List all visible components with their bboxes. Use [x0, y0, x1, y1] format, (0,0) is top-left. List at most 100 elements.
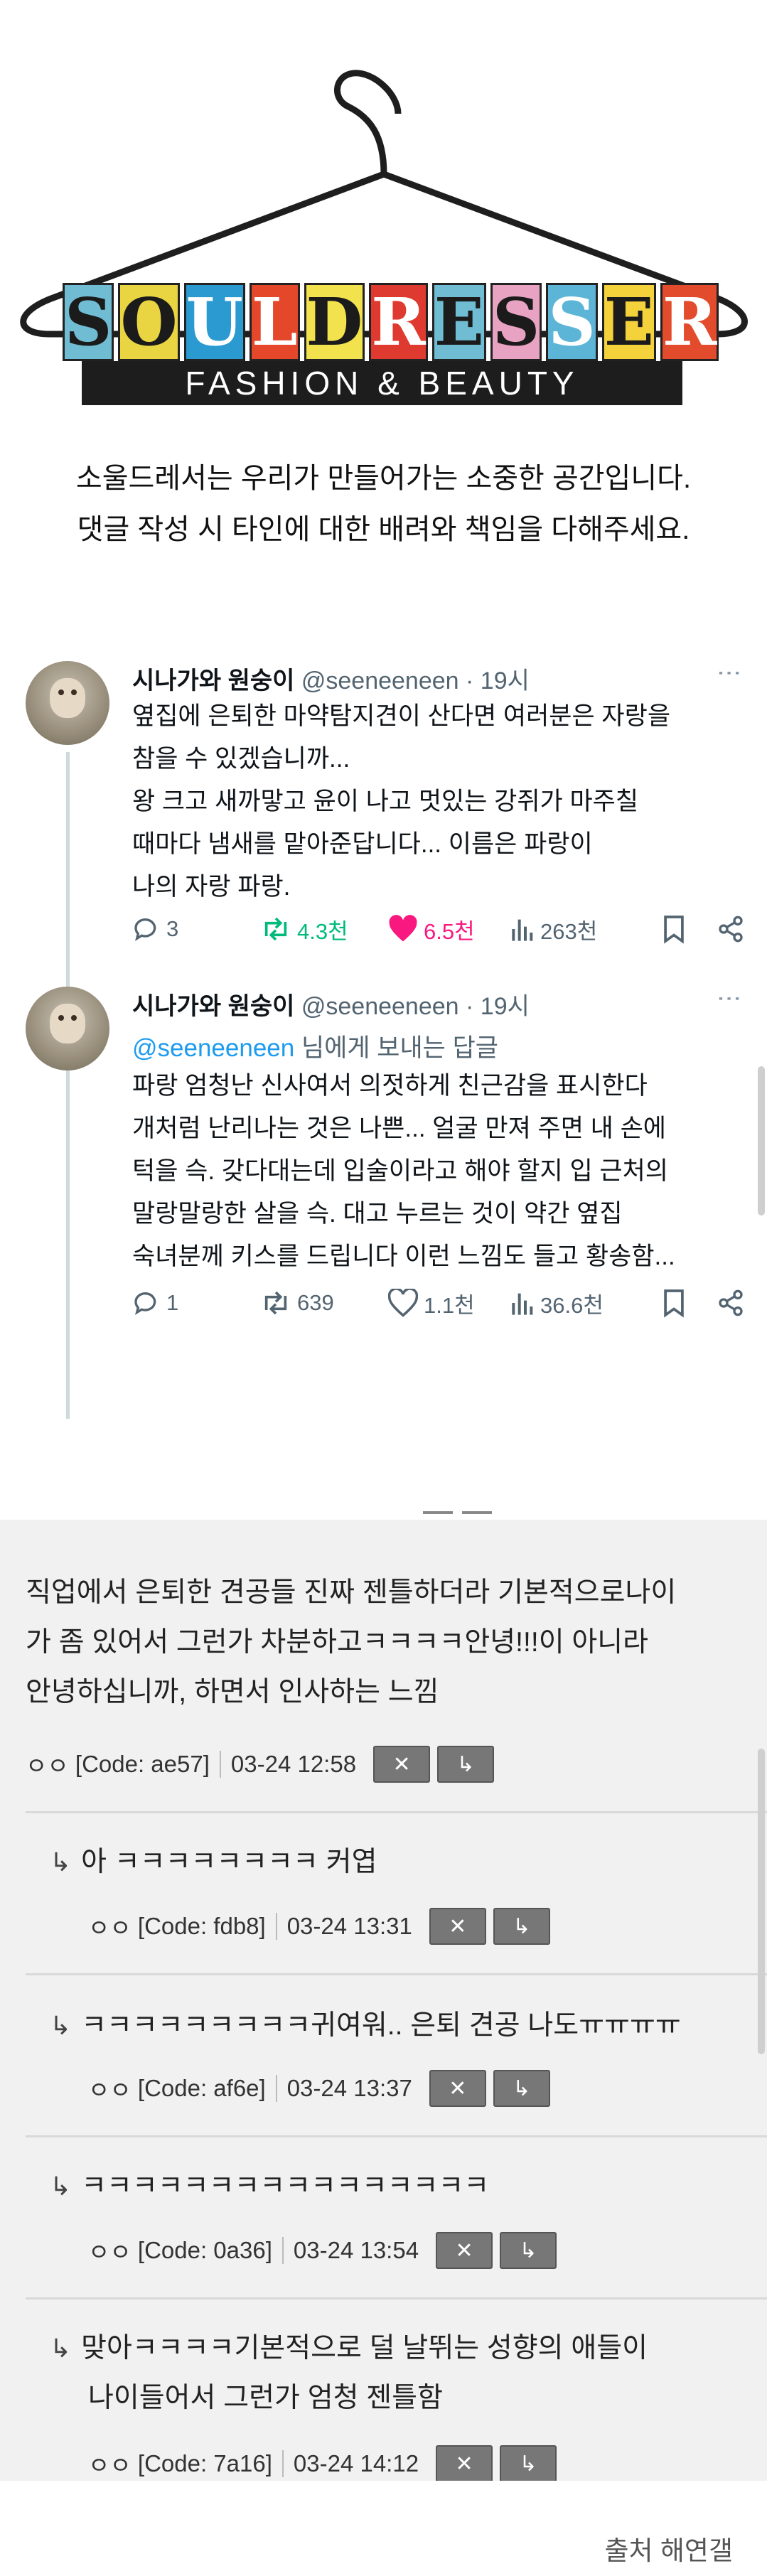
heart-icon	[389, 915, 417, 942]
delete-button[interactable]: ✕	[436, 2232, 493, 2269]
share-button[interactable]	[717, 1285, 745, 1321]
delete-button[interactable]: ✕	[373, 1746, 431, 1783]
scrollbar[interactable]	[758, 1749, 765, 2054]
comment-code: [Code: fdb8]	[137, 1913, 266, 1939]
comment-divider	[26, 2135, 767, 2137]
logo-letter: S	[546, 283, 598, 361]
tweet-actions: 3 4.3천 6.5천 263천	[132, 911, 744, 947]
comment-line: 직업에서 은퇴한 견공들 진짜 젠틀하더라 기본적으로나이	[26, 1577, 677, 1608]
reply-comment-button[interactable]: ↳	[493, 1908, 550, 1945]
comment-author: ㅇㅇ	[26, 1753, 69, 1779]
tweet-line: 개처럼 난리나는 것은 나쁜... 얼굴 만져 주면 내 손에	[132, 1115, 666, 1142]
delete-button[interactable]: ✕	[429, 1908, 486, 1945]
reply-text: 맞아ㅋㅋㅋㅋ기본적으로 덜 날뛰는 성향의 애들이	[81, 2333, 648, 2363]
tweet-author-name[interactable]: 시나가와 원숭이	[132, 993, 294, 1020]
reply-mention-link[interactable]: @seeneeneen	[132, 1034, 294, 1062]
reply-comment-button[interactable]: ↳	[437, 1746, 495, 1783]
comment-date: 03-24 12:58	[230, 1751, 357, 1777]
retweet-button[interactable]: 4.3천	[260, 911, 348, 947]
reply-arrow-icon: ↳	[50, 2172, 72, 2201]
bookmark-button[interactable]	[662, 911, 686, 947]
reply-arrow-icon: ↳	[50, 1847, 72, 1877]
reply-icon	[134, 918, 156, 941]
tweet-time[interactable]: · 19시	[466, 667, 530, 694]
tweet-1: 시나가와 원숭이 @seeneeneen · 19시 ⋮ 옆집에 은퇴한 마약탐…	[26, 661, 744, 1164]
notice-line-2: 댓글 작성 시 타인에 대한 배려와 책임을 다해주세요.	[77, 514, 690, 545]
comment-code: [Code: 0a36]	[137, 2237, 272, 2263]
views-button[interactable]: 263천	[509, 911, 597, 947]
reply-comment-button[interactable]: ↳	[500, 2445, 557, 2482]
tweet-2: 시나가와 원숭이 @seeneeneen · 19시 ⋮ @seeneeneen…	[26, 987, 745, 1419]
like-count: 6.5천	[424, 918, 475, 944]
more-options-icon[interactable]: ⋮	[715, 987, 744, 1009]
comment-divider	[26, 1811, 767, 1813]
divider-mark	[462, 1511, 492, 1514]
tweet-line: 파랑 엄청난 신사여서 의젓하게 친근감을 표시한다	[132, 1072, 648, 1100]
comment-divider	[26, 2297, 767, 2299]
reply-comment: ↳ ㅋㅋㅋㅋㅋㅋㅋㅋㅋ귀여워.. 은퇴 견공 나도ㅠㅠㅠㅠ	[50, 2003, 681, 2043]
tweet-line: 옆집에 은퇴한 마약탐지견이 산다면 여러분은 자랑을	[132, 702, 671, 730]
retweet-count: 639	[297, 1290, 334, 1315]
like-button[interactable]: 6.5천	[388, 911, 475, 947]
comment-date: 03-24 13:31	[286, 1913, 412, 1939]
reply-text: ㅋㅋㅋㅋㅋㅋㅋㅋㅋㅋㅋㅋㅋㅋㅋㅋ	[81, 2171, 490, 2201]
reply-comment-button[interactable]: ↳	[500, 2232, 557, 2269]
views-chart-icon	[512, 919, 533, 941]
comment-author: ㅇㅇ	[88, 2077, 132, 2103]
reply-arrow-icon: ↳	[50, 2011, 72, 2040]
retweet-button[interactable]: 639	[260, 1285, 334, 1321]
like-count: 1.1천	[424, 1292, 475, 1318]
bookmark-icon	[664, 916, 684, 944]
share-button[interactable]	[717, 911, 745, 947]
scrollbar[interactable]	[758, 1066, 765, 1215]
logo-letter: R	[660, 283, 719, 361]
logo-letter: S	[490, 283, 542, 361]
bookmark-icon	[664, 1289, 684, 1318]
comment-meta: ㅇㅇ [Code: af6e] 03-24 13:37 ✕ ↳	[88, 2070, 550, 2107]
tweet-author-handle[interactable]: @seeneeneen	[301, 993, 459, 1020]
retweet-icon	[264, 1291, 287, 1315]
share-icon	[719, 1289, 743, 1316]
avatar[interactable]	[26, 987, 109, 1070]
comment-date: 03-24 13:37	[286, 2075, 412, 2101]
reply-comment: ↳ 아 ㅋㅋㅋㅋㅋㅋㅋㅋ 커엽	[50, 1840, 377, 1879]
like-button[interactable]: 1.1천	[388, 1285, 475, 1321]
views-chart-icon	[512, 1293, 533, 1315]
comment-author: ㅇㅇ	[88, 2452, 132, 2479]
tweet-author-handle[interactable]: @seeneeneen	[301, 667, 459, 694]
close-icon: ✕	[449, 2076, 467, 2100]
divider-mark	[423, 1511, 453, 1514]
tweet-body: 옆집에 은퇴한 마약탐지견이 산다면 여러분은 자랑을 참을 수 있겠습니까..…	[132, 695, 744, 908]
logo-letter: R	[369, 283, 428, 361]
delete-button[interactable]: ✕	[436, 2445, 493, 2482]
close-icon: ✕	[455, 2238, 473, 2263]
reply-arrow-icon: ↳	[519, 2452, 537, 2476]
tweet-time[interactable]: · 19시	[466, 993, 530, 1020]
reply-comment: ↳ 맞아ㅋㅋㅋㅋ기본적으로 덜 날뛰는 성향의 애들이	[50, 2326, 648, 2366]
comment-author: ㅇㅇ	[88, 1915, 132, 1941]
more-options-icon[interactable]: ⋮	[715, 661, 744, 684]
reply-count: 3	[166, 916, 179, 941]
logo-letter: O	[118, 283, 180, 361]
views-button[interactable]: 36.6천	[509, 1285, 604, 1321]
reply-text: 아 ㅋㅋㅋㅋㅋㅋㅋㅋ 커엽	[81, 1847, 377, 1877]
tweet-author-name[interactable]: 시나가와 원숭이	[132, 667, 294, 694]
heart-icon	[388, 1289, 418, 1317]
avatar[interactable]	[26, 661, 109, 745]
comment-meta: ㅇㅇ [Code: fdb8] 03-24 13:31 ✕ ↳	[88, 1908, 550, 1945]
logo-letter: E	[431, 283, 486, 361]
delete-button[interactable]: ✕	[429, 2070, 486, 2107]
reply-button[interactable]: 1	[132, 1285, 178, 1321]
tweet-line: 말랑말랑한 살을 슥. 대고 누르는 것이 약간 옆집	[132, 1200, 623, 1228]
tweet-header: 시나가와 원숭이 @seeneeneen · 19시	[132, 987, 530, 1021]
comment-line: 안녕하십니까, 하면서 인사하는 느낌	[26, 1677, 439, 1707]
logo-letter: S	[63, 283, 114, 361]
reply-button[interactable]: 3	[132, 911, 178, 947]
bookmark-button[interactable]	[662, 1285, 686, 1321]
reply-comment-button[interactable]: ↳	[493, 2070, 550, 2107]
comment-code: [Code: 7a16]	[137, 2450, 272, 2476]
reply-arrow-icon: ↳	[513, 1914, 531, 1938]
retweet-icon	[264, 917, 287, 941]
views-count: 36.6천	[540, 1292, 604, 1318]
comment-author: ㅇㅇ	[88, 2239, 132, 2265]
